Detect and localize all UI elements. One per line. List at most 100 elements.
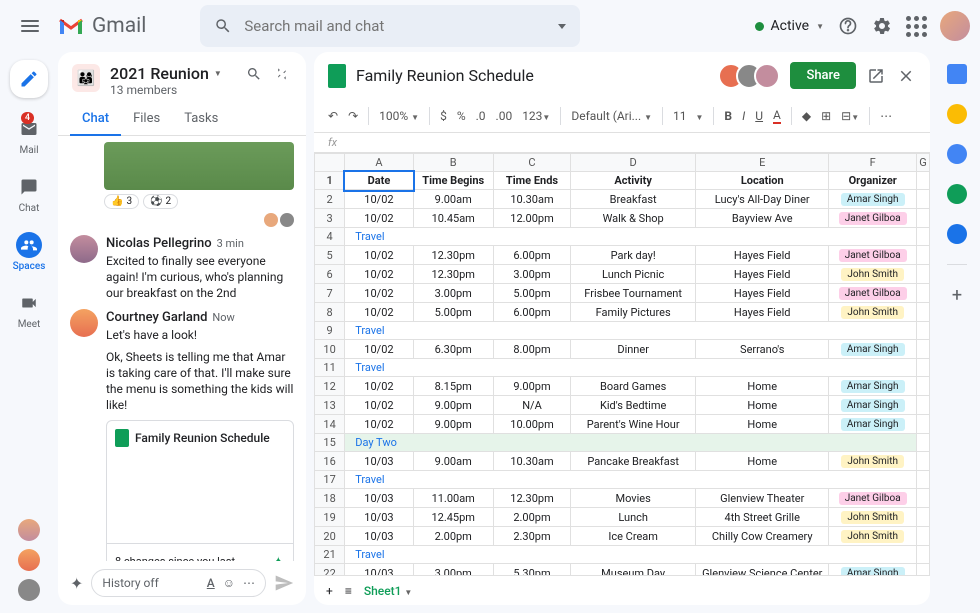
collaborators[interactable] <box>726 63 780 89</box>
right-sidebar: + <box>934 52 980 613</box>
spreadsheet-grid[interactable]: ABCDEFG 1DateTime BeginsTime EndsActivit… <box>314 153 930 575</box>
close-icon <box>897 67 915 85</box>
sheet-panel: Family Reunion Schedule Share ↶ ↷ 100% ▼… <box>314 52 930 605</box>
undo-button[interactable]: ↶ <box>328 109 338 123</box>
meet-icon <box>20 294 38 312</box>
pinned-avatar-1[interactable] <box>18 519 40 541</box>
gmail-icon <box>58 16 84 36</box>
reaction-thumbsup[interactable]: 👍3 <box>104 194 139 209</box>
fx-label: fx <box>328 136 337 149</box>
nav-chat[interactable]: Chat <box>16 174 42 214</box>
nav-meet-label: Meet <box>18 319 41 330</box>
brand-text: Gmail <box>92 14 146 38</box>
message-text: Ok, Sheets is telling me that Amar is ta… <box>106 349 294 414</box>
sheet-attachment-card[interactable]: Family Reunion Schedule 8 changes since … <box>106 420 294 561</box>
more-icon[interactable]: ⋯ <box>243 576 255 590</box>
compose-button[interactable] <box>10 60 48 98</box>
sheet-title[interactable]: Family Reunion Schedule <box>356 66 534 85</box>
sheet-preview <box>107 455 293 543</box>
message-text: Excited to finally see everyone again! I… <box>106 253 294 302</box>
search-icon <box>246 66 262 82</box>
search-dropdown-icon[interactable] <box>558 24 566 29</box>
get-addons-button[interactable]: + <box>952 285 962 306</box>
sparkle-icon[interactable]: ✦ <box>70 574 83 593</box>
status-label: Active <box>771 18 810 34</box>
status-dot-icon <box>755 22 764 31</box>
gmail-logo[interactable]: Gmail <box>58 14 146 38</box>
left-navigation: 4 Mail Chat Spaces Meet <box>0 52 58 613</box>
emoji-icon[interactable]: ☺ <box>223 576 235 590</box>
tab-files[interactable]: Files <box>121 103 172 135</box>
avatar <box>70 309 98 337</box>
sheets-icon <box>115 429 129 447</box>
chevron-down-icon: ▼ <box>816 22 824 31</box>
pinned-avatar-3[interactable] <box>18 579 40 601</box>
collapse-button[interactable] <box>272 64 292 84</box>
borders-button[interactable]: ⊞ <box>821 109 831 123</box>
space-title[interactable]: 2021 Reunion▼ <box>110 64 222 83</box>
status-dropdown[interactable]: Active ▼ <box>755 18 824 34</box>
sheets-icon <box>328 64 346 88</box>
mail-badge: 4 <box>21 112 34 124</box>
add-sheet-button[interactable]: + <box>326 584 333 598</box>
main-menu-button[interactable] <box>10 6 50 46</box>
header: Gmail Active ▼ <box>0 0 980 52</box>
keep-addon[interactable] <box>947 104 967 124</box>
sheet-tab-1[interactable]: Sheet1 ▼ <box>364 584 413 598</box>
open-new-button[interactable] <box>866 66 886 86</box>
calendar-addon[interactable] <box>947 64 967 84</box>
collapse-icon <box>274 66 290 82</box>
compose-area: ✦ History off A ☺ ⋯ <box>58 561 306 605</box>
share-button[interactable]: Share <box>790 62 856 89</box>
merge-button[interactable]: ⊟▼ <box>841 109 859 123</box>
space-search-button[interactable] <box>244 64 264 84</box>
message-text: Let's have a look! <box>106 327 294 343</box>
search-bar[interactable] <box>200 5 580 47</box>
reaction-soccer[interactable]: ⚽2 <box>143 194 178 209</box>
tab-chat[interactable]: Chat <box>70 103 121 136</box>
apps-button[interactable] <box>906 16 926 36</box>
chevron-down-icon: ▼ <box>214 69 222 78</box>
currency-button[interactable]: $ <box>440 109 447 123</box>
space-subtitle: 13 members <box>110 83 222 97</box>
textcolor-button[interactable]: A <box>773 108 781 124</box>
nav-spaces[interactable]: Spaces <box>13 232 46 272</box>
account-avatar[interactable] <box>940 11 970 41</box>
increase-decimal-button[interactable]: .00 <box>496 109 513 123</box>
settings-button[interactable] <box>872 16 892 36</box>
toolbar: ↶ ↷ 100% ▼ $ % .0 .00 123▼ Default (Ari.… <box>314 99 930 133</box>
send-button[interactable] <box>274 573 294 593</box>
more-formats-dropdown[interactable]: 123▼ <box>522 109 550 123</box>
percent-button[interactable]: % <box>457 109 466 123</box>
message-2: Courtney GarlandNow Let's have a look! O… <box>70 309 294 561</box>
contacts-addon[interactable] <box>947 184 967 204</box>
decrease-decimal-button[interactable]: .0 <box>476 109 486 123</box>
italic-button[interactable]: I <box>742 109 745 123</box>
all-sheets-button[interactable]: ≡ <box>345 584 352 598</box>
close-button[interactable] <box>896 66 916 86</box>
more-button[interactable]: ⋯ <box>880 109 892 123</box>
spaces-icon <box>21 237 37 253</box>
help-button[interactable] <box>838 16 858 36</box>
hamburger-icon <box>21 20 39 32</box>
maps-addon[interactable] <box>947 224 967 244</box>
compose-input[interactable]: History off A ☺ ⋯ <box>91 569 266 597</box>
redo-button[interactable]: ↷ <box>348 109 358 123</box>
pinned-avatar-2[interactable] <box>18 549 40 571</box>
format-icon[interactable]: A <box>207 576 215 590</box>
tasks-addon[interactable] <box>947 144 967 164</box>
messages-area: 👍3 ⚽2 Nicolas Pellegrino3 min Excited to… <box>58 136 306 561</box>
search-icon <box>214 17 232 35</box>
zoom-dropdown[interactable]: 100% ▼ <box>379 109 419 123</box>
tab-tasks[interactable]: Tasks <box>172 103 230 135</box>
underline-button[interactable]: U <box>755 109 763 123</box>
chat-icon <box>20 178 38 196</box>
font-dropdown[interactable]: Default (Ari... ▼ <box>571 109 652 123</box>
fontsize-dropdown[interactable]: 11 ▼ <box>673 109 703 123</box>
bold-button[interactable]: B <box>724 109 732 123</box>
search-input[interactable] <box>244 17 546 35</box>
message-image[interactable] <box>104 142 294 190</box>
nav-mail[interactable]: 4 Mail <box>16 116 42 156</box>
fillcolor-button[interactable]: ◆ <box>802 109 811 123</box>
nav-meet[interactable]: Meet <box>16 290 42 330</box>
